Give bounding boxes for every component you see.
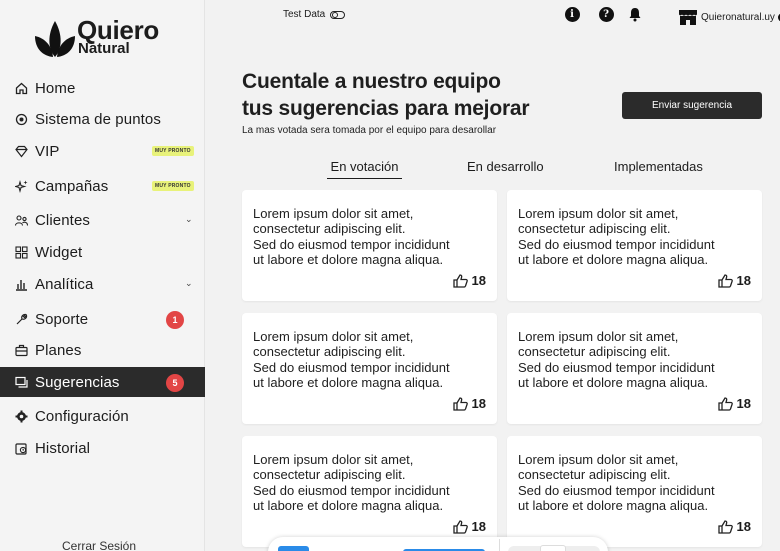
sidebar-item-widget[interactable]: Widget xyxy=(0,237,205,267)
sidebar-item-suggestions[interactable]: Sugerencias 5 xyxy=(0,367,205,397)
suggestion-card: Lorem ipsum dolor sit amet, consectetur a… xyxy=(242,313,497,424)
thumbs-up-icon xyxy=(452,519,468,534)
upvote-button[interactable]: 18 xyxy=(452,396,486,411)
suggestion-card: Lorem ipsum dolor sit amet, consectetur a… xyxy=(507,313,762,424)
chat-icon xyxy=(14,375,28,389)
sidebar-item-label: Sugerencias xyxy=(35,373,120,391)
sidebar-item-campaigns[interactable]: Campañas MUY PRONTO xyxy=(0,171,205,201)
thumbs-up-icon xyxy=(717,396,733,411)
wrench-icon xyxy=(14,312,28,326)
home-icon xyxy=(14,81,28,95)
page-title: Cuentale a nuestro equipo tus sugerencia… xyxy=(242,70,530,120)
sidebar-item-label: VIP xyxy=(35,142,60,160)
suggestion-card: Lorem ipsum dolor sit amet, consectetur a… xyxy=(507,436,762,547)
vote-count: 18 xyxy=(471,519,486,534)
upvote-button[interactable]: 18 xyxy=(717,519,751,534)
thumbs-up-icon xyxy=(452,273,468,288)
store-selector[interactable]: Quieronatural.uy ✓ xyxy=(678,9,780,26)
bell-icon[interactable] xyxy=(627,6,643,22)
vote-count: 18 xyxy=(471,396,486,411)
toolbar-handle[interactable] xyxy=(540,545,566,551)
sidebar-item-points[interactable]: Sistema de puntos xyxy=(0,104,205,134)
page-subtitle: La mas votada sera tomada por el equipo … xyxy=(242,125,497,136)
sparkles-icon xyxy=(14,179,28,193)
notification-badge: 1 xyxy=(166,311,184,329)
sidebar-item-label: Planes xyxy=(35,341,82,359)
toolbar-control[interactable] xyxy=(278,546,309,551)
suggestion-text: Lorem ipsum dolor sit amet, consectetur a… xyxy=(518,206,715,267)
briefcase-icon xyxy=(14,343,28,357)
sidebar-item-plans[interactable]: Planes xyxy=(0,335,205,365)
sidebar-item-label: Widget xyxy=(35,243,83,261)
thumbs-up-icon xyxy=(452,396,468,411)
vote-count: 18 xyxy=(736,273,751,288)
sidebar: Quiero Natural Home Sistema de puntos VI… xyxy=(0,0,205,551)
tab-implemented[interactable]: Implementadas xyxy=(614,159,703,174)
points-icon xyxy=(14,112,28,126)
users-icon xyxy=(14,213,28,227)
toolbar-divider xyxy=(499,539,500,551)
test-data-label: Test Data xyxy=(283,9,326,20)
floating-toolbar[interactable] xyxy=(268,537,608,551)
suggestion-card: Lorem ipsum dolor sit amet, consectetur a… xyxy=(242,190,497,301)
brand-name-line2: Natural xyxy=(78,40,130,57)
coming-soon-tag: MUY PRONTO xyxy=(152,146,194,156)
upvote-button[interactable]: 18 xyxy=(452,273,486,288)
gear-icon xyxy=(14,409,28,423)
logout-link[interactable]: Cerrar Sesión xyxy=(62,539,136,551)
vote-count: 18 xyxy=(471,273,486,288)
test-data-toggle[interactable] xyxy=(330,10,346,19)
send-suggestion-button[interactable]: Enviar sugerencia xyxy=(622,92,762,119)
brand-logo[interactable]: Quiero Natural xyxy=(34,15,174,61)
suggestion-text: Lorem ipsum dolor sit amet, consectetur a… xyxy=(518,329,715,390)
sidebar-item-vip[interactable]: VIP MUY PRONTO xyxy=(0,136,205,166)
suggestion-text: Lorem ipsum dolor sit amet, consectetur a… xyxy=(253,206,450,267)
notification-badge: 5 xyxy=(166,374,184,392)
suggestion-text: Lorem ipsum dolor sit amet, consectetur a… xyxy=(518,452,715,513)
suggestion-text: Lorem ipsum dolor sit amet, consectetur a… xyxy=(253,329,450,390)
upvote-button[interactable]: 18 xyxy=(452,519,486,534)
help-icon[interactable]: ? xyxy=(598,6,614,22)
diamond-icon xyxy=(14,144,28,158)
bar-chart-icon xyxy=(14,277,28,291)
chevron-down-icon[interactable]: ⌄ xyxy=(185,278,193,289)
leaf-logo-icon xyxy=(35,21,75,57)
upvote-button[interactable]: 18 xyxy=(717,396,751,411)
sidebar-item-label: Soporte xyxy=(35,310,89,328)
sidebar-item-home[interactable]: Home xyxy=(0,73,205,103)
sidebar-item-support[interactable]: Soporte 1 xyxy=(0,304,205,334)
sidebar-item-label: Clientes xyxy=(35,211,90,229)
sidebar-item-history[interactable]: Historial xyxy=(0,433,205,463)
sidebar-item-label: Sistema de puntos xyxy=(35,110,161,128)
sidebar-item-settings[interactable]: Configuración xyxy=(0,401,205,431)
sidebar-item-label: Configuración xyxy=(35,407,129,425)
sidebar-item-clients[interactable]: Clientes ⌄ xyxy=(0,205,205,235)
upvote-button[interactable]: 18 xyxy=(717,273,751,288)
store-name: Quieronatural.uy xyxy=(701,12,775,23)
sidebar-item-label: Campañas xyxy=(35,177,109,195)
tab-in-development[interactable]: En desarrollo xyxy=(467,159,544,174)
suggestion-card: Lorem ipsum dolor sit amet, consectetur a… xyxy=(507,190,762,301)
info-icon[interactable]: i xyxy=(564,6,580,22)
store-icon xyxy=(679,10,697,25)
vote-count: 18 xyxy=(736,396,751,411)
sidebar-item-analytics[interactable]: Analítica ⌄ xyxy=(0,269,205,299)
sidebar-item-label: Home xyxy=(35,79,76,97)
test-data-toggle-group[interactable]: Test Data xyxy=(283,9,346,20)
vote-count: 18 xyxy=(736,519,751,534)
history-icon xyxy=(14,441,28,455)
thumbs-up-icon xyxy=(717,519,733,534)
coming-soon-tag: MUY PRONTO xyxy=(152,181,194,191)
sidebar-item-label: Historial xyxy=(35,439,91,457)
grid-icon xyxy=(14,245,28,259)
tab-voting[interactable]: En votación xyxy=(327,159,402,179)
suggestion-card: Lorem ipsum dolor sit amet, consectetur a… xyxy=(242,436,497,547)
chevron-down-icon[interactable]: ⌄ xyxy=(185,214,193,225)
thumbs-up-icon xyxy=(717,273,733,288)
suggestion-text: Lorem ipsum dolor sit amet, consectetur a… xyxy=(253,452,450,513)
sidebar-item-label: Analítica xyxy=(35,275,94,293)
